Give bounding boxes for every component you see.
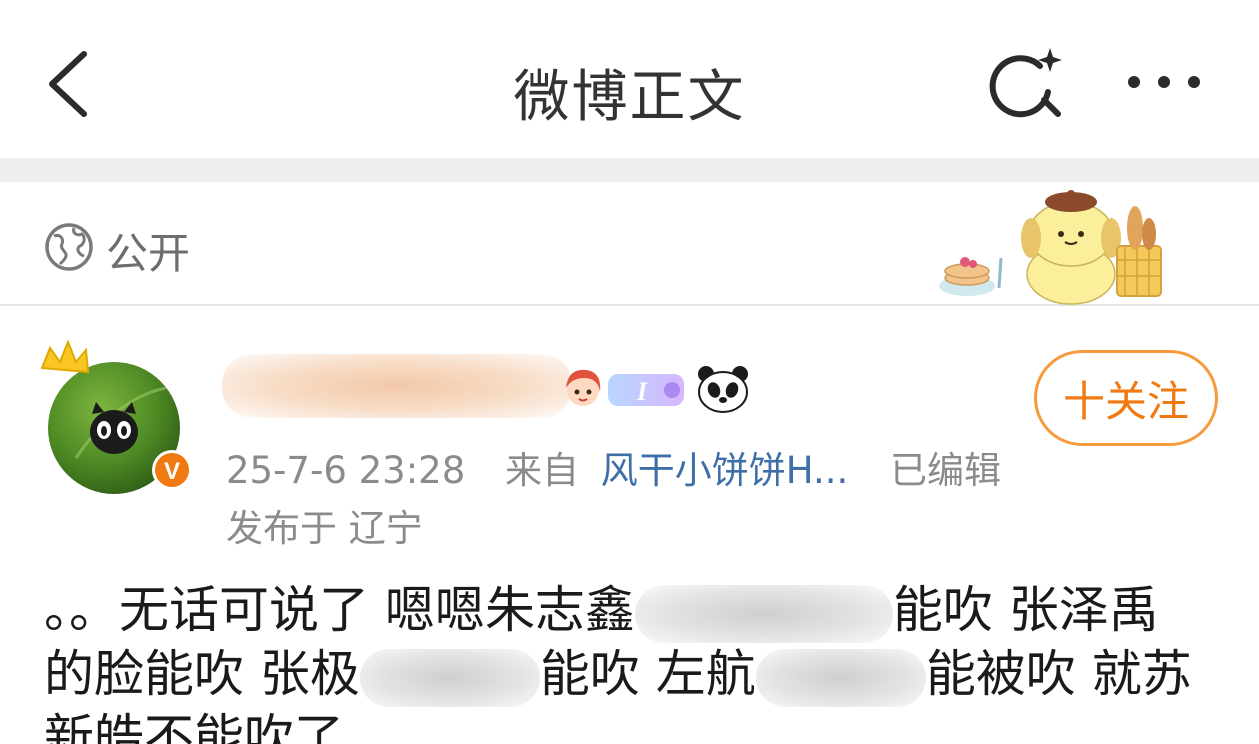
page-title: 微博正文: [513, 65, 746, 130]
letter-i-badge-icon: I: [608, 374, 684, 406]
pompompurin-sticker-icon: [939, 190, 1162, 305]
visibility-row: 公开: [0, 182, 1259, 306]
avatar: V: [40, 339, 192, 494]
girl-badge-icon: [566, 369, 601, 406]
content-line: 。。无话可说了 嗯嗯朱志鑫 能吹 张泽禹: [44, 578, 1224, 643]
source-prefix: 来自: [505, 449, 580, 492]
post-content[interactable]: 。。无话可说了 嗯嗯朱志鑫 能吹 张泽禹 的脸能吹 张极 能吹 左航 能被吹 就苏 新…: [44, 578, 1224, 744]
top-nav-bar: 微博正文: [0, 0, 1259, 158]
panda-icon: [698, 366, 748, 413]
svg-text:I: I: [636, 377, 648, 406]
follow-button[interactable]: 十关注: [1034, 350, 1218, 446]
author-name-redacted[interactable]: [222, 354, 572, 418]
section-divider: [0, 158, 1259, 182]
author-avatar[interactable]: V: [36, 338, 196, 498]
content-text: 能吹 张泽禹: [892, 581, 1159, 639]
redacted-text: [755, 648, 926, 707]
content-text: 。。无话可说了 嗯嗯朱志鑫: [44, 581, 635, 639]
post-meta: 25-7-6 23:28 来自 风干小饼饼H... 已编辑: [226, 440, 1001, 494]
content-line: 的脸能吹 张极 能吹 左航 能被吹 就苏: [44, 642, 1224, 707]
content-text: 能吹 左航: [539, 645, 756, 703]
content-line: 新皓不能吹了: [44, 706, 1224, 744]
source-link[interactable]: 风干小饼饼H...: [601, 449, 848, 492]
visibility-label: 公开: [106, 229, 191, 278]
redacted-text: [634, 584, 893, 643]
search-sparkle-icon: [989, 48, 1062, 118]
edited-label[interactable]: 已编辑: [890, 449, 1001, 492]
crown-icon: [40, 339, 90, 374]
verified-badge: V: [164, 458, 180, 485]
globe-icon: [45, 223, 93, 271]
ellipsis-icon: [1128, 76, 1200, 88]
post-location: 发布于 辽宁: [226, 507, 423, 550]
redacted-text: [359, 648, 540, 707]
post-time: 25-7-6 23:28: [226, 449, 466, 492]
content-text: 能被吹 就苏: [925, 645, 1192, 703]
more-button[interactable]: [1122, 60, 1206, 104]
content-text: 的脸能吹 张极: [44, 645, 360, 703]
search-button[interactable]: [988, 44, 1068, 124]
content-text: 新皓不能吹了: [44, 709, 344, 744]
